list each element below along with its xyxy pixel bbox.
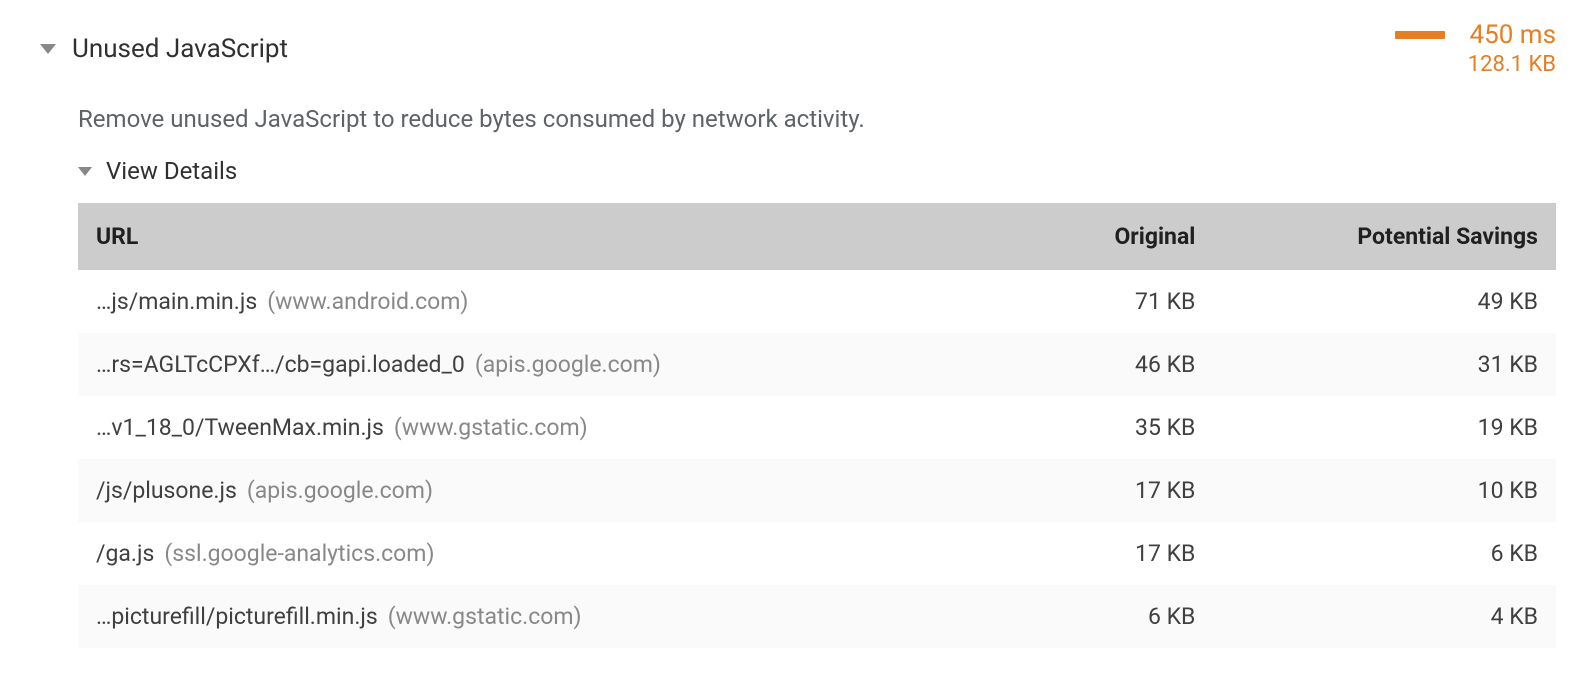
url-path: /ga.js bbox=[96, 540, 154, 567]
savings-table: URL Original Potential Savings …js/main.… bbox=[78, 203, 1556, 648]
cell-savings: 6 KB bbox=[1213, 522, 1556, 585]
url-path: …picturefill/picturefill.min.js bbox=[96, 603, 378, 630]
cell-savings: 10 KB bbox=[1213, 459, 1556, 522]
cell-savings: 19 KB bbox=[1213, 396, 1556, 459]
cell-savings: 49 KB bbox=[1213, 270, 1556, 333]
savings-size: 128.1 KB bbox=[1468, 52, 1556, 77]
cell-savings: 31 KB bbox=[1213, 333, 1556, 396]
cell-original: 46 KB bbox=[1028, 333, 1213, 396]
table-row[interactable]: /js/plusone.js (apis.google.com) 17 KB10 K… bbox=[78, 459, 1556, 522]
savings-bar-icon bbox=[1395, 31, 1445, 39]
view-details-toggle[interactable]: View Details bbox=[78, 157, 1556, 185]
audit-header-left: Unused JavaScript bbox=[40, 34, 288, 64]
view-details-label: View Details bbox=[106, 157, 237, 185]
url-path: …v1_18_0/TweenMax.min.js bbox=[96, 414, 384, 441]
table-header-row: URL Original Potential Savings bbox=[78, 203, 1556, 270]
table-wrapper: URL Original Potential Savings …js/main.… bbox=[78, 203, 1556, 648]
url-host: (apis.google.com) bbox=[475, 351, 661, 378]
table-row[interactable]: …v1_18_0/TweenMax.min.js (www.gstatic.com… bbox=[78, 396, 1556, 459]
cell-original: 17 KB bbox=[1028, 522, 1213, 585]
url-path: …js/main.min.js bbox=[96, 288, 257, 315]
audit-title: Unused JavaScript bbox=[72, 34, 288, 64]
audit-header-right: 450 ms 128.1 KB bbox=[1395, 20, 1556, 77]
savings-time: 450 ms bbox=[1469, 20, 1556, 50]
audit-container: Unused JavaScript 450 ms 128.1 KB Remove… bbox=[40, 20, 1556, 648]
caret-down-icon bbox=[40, 44, 56, 54]
caret-down-icon bbox=[78, 167, 92, 176]
audit-header[interactable]: Unused JavaScript 450 ms 128.1 KB bbox=[40, 20, 1556, 77]
cell-url: /ga.js (ssl.google-analytics.com) bbox=[78, 522, 1028, 585]
table-row[interactable]: …picturefill/picturefill.min.js (www.gsta… bbox=[78, 585, 1556, 648]
cell-savings: 4 KB bbox=[1213, 585, 1556, 648]
url-path: …rs=AGLTcCPXf…/cb=gapi.loaded_0 bbox=[96, 351, 465, 378]
savings-row: 450 ms bbox=[1395, 20, 1556, 50]
table-row[interactable]: …js/main.min.js (www.android.com) 71 KB49 … bbox=[78, 270, 1556, 333]
audit-description: Remove unused JavaScript to reduce bytes… bbox=[78, 105, 1556, 133]
cell-original: 6 KB bbox=[1028, 585, 1213, 648]
url-host: (ssl.google-analytics.com) bbox=[164, 540, 434, 567]
cell-url: …picturefill/picturefill.min.js (www.gsta… bbox=[78, 585, 1028, 648]
cell-original: 17 KB bbox=[1028, 459, 1213, 522]
header-savings[interactable]: Potential Savings bbox=[1213, 203, 1556, 270]
cell-url: …rs=AGLTcCPXf…/cb=gapi.loaded_0 (apis.goo… bbox=[78, 333, 1028, 396]
url-host: (apis.google.com) bbox=[247, 477, 433, 504]
cell-url: /js/plusone.js (apis.google.com) bbox=[78, 459, 1028, 522]
cell-original: 71 KB bbox=[1028, 270, 1213, 333]
cell-url: …v1_18_0/TweenMax.min.js (www.gstatic.com… bbox=[78, 396, 1028, 459]
cell-original: 35 KB bbox=[1028, 396, 1213, 459]
url-host: (www.android.com) bbox=[267, 288, 468, 315]
header-original[interactable]: Original bbox=[1028, 203, 1213, 270]
url-path: /js/plusone.js bbox=[96, 477, 237, 504]
table-row[interactable]: …rs=AGLTcCPXf…/cb=gapi.loaded_0 (apis.goo… bbox=[78, 333, 1556, 396]
header-url[interactable]: URL bbox=[78, 203, 1028, 270]
table-row[interactable]: /ga.js (ssl.google-analytics.com) 17 KB6 K… bbox=[78, 522, 1556, 585]
url-host: (www.gstatic.com) bbox=[388, 603, 582, 630]
cell-url: …js/main.min.js (www.android.com) bbox=[78, 270, 1028, 333]
url-host: (www.gstatic.com) bbox=[394, 414, 588, 441]
